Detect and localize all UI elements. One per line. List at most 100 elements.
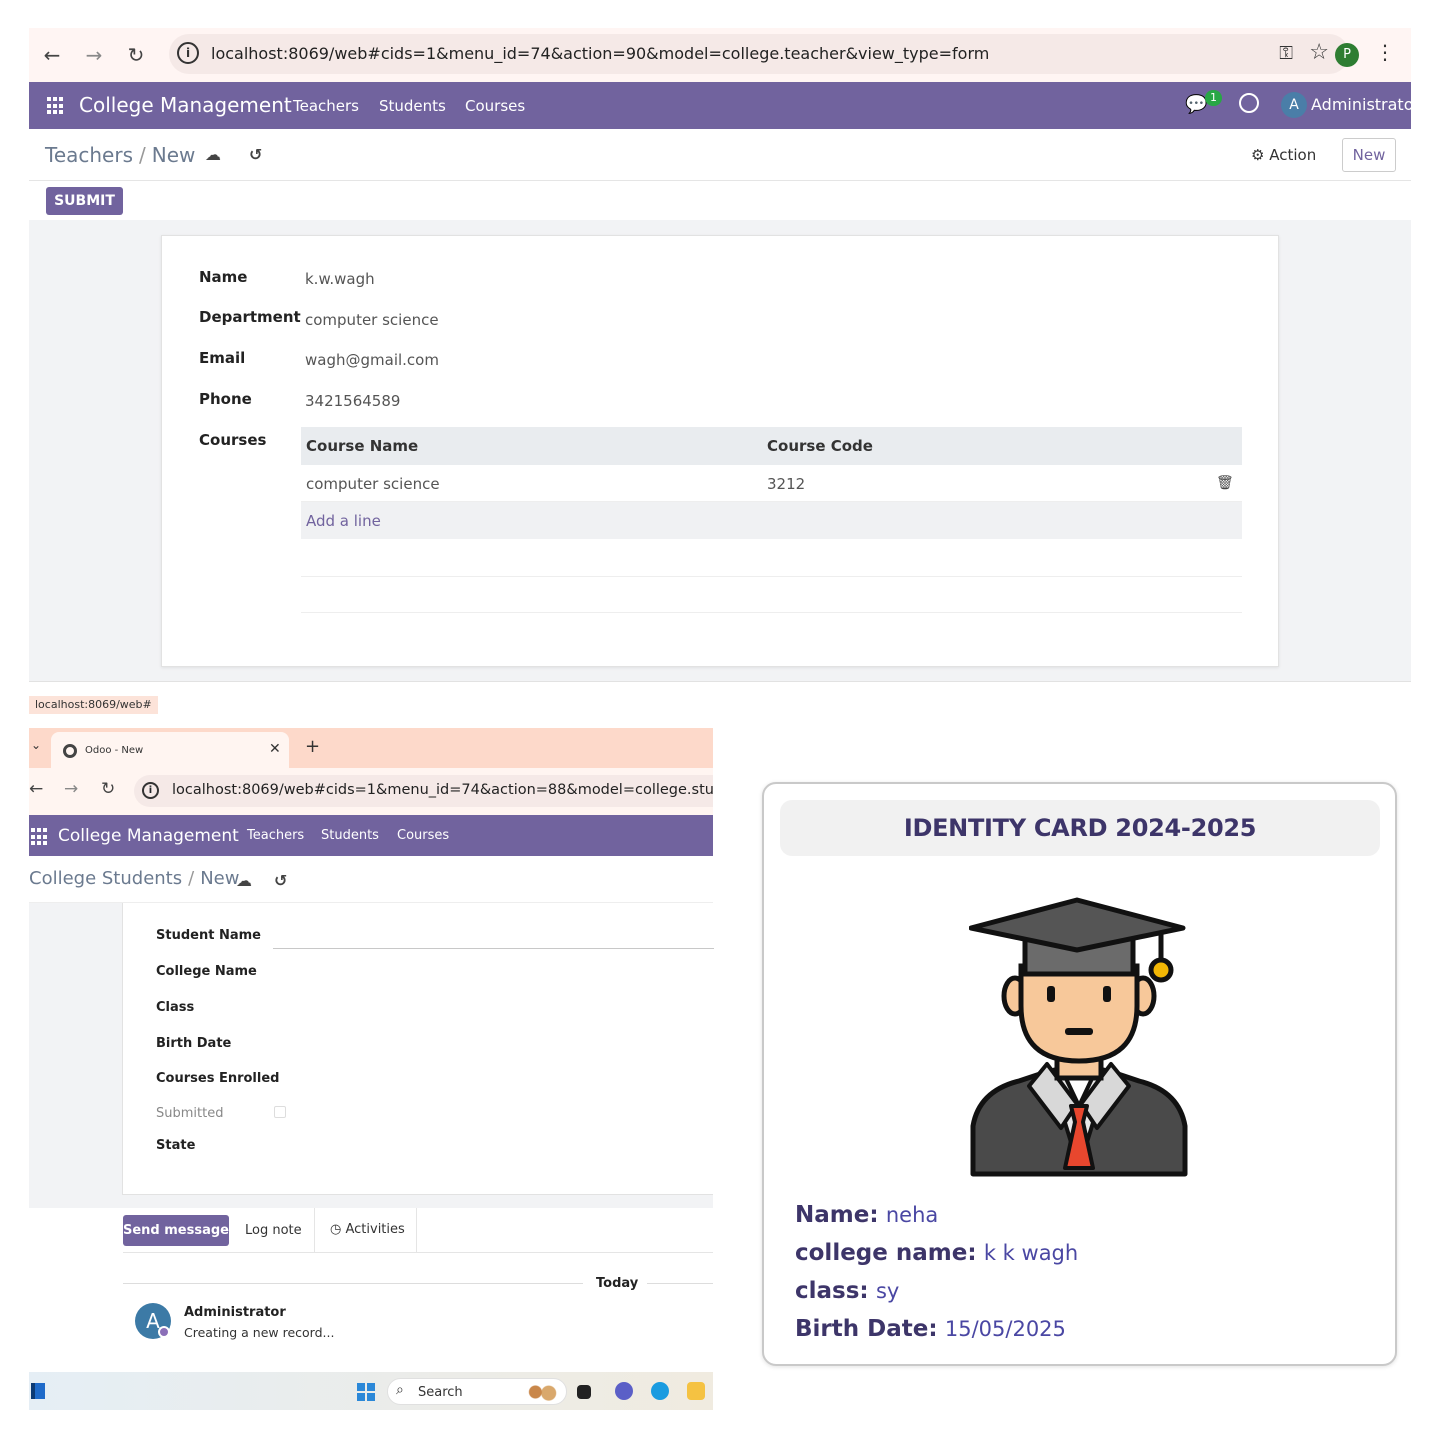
id-card-header: IDENTITY CARD 2024-2025: [780, 800, 1380, 856]
divider: [416, 1208, 417, 1252]
widgets-icon[interactable]: [31, 1383, 45, 1399]
column-course-code[interactable]: Course Code: [767, 437, 873, 455]
browser-tab[interactable]: Odoo - New ✕: [51, 732, 289, 768]
department-field[interactable]: computer science: [305, 311, 439, 329]
add-a-line-link[interactable]: Add a line: [306, 512, 381, 530]
today-separator: Today: [596, 1276, 639, 1291]
address-bar[interactable]: i localhost:8069/web#cids=1&menu_id=74&a…: [169, 34, 1349, 74]
student-name-input[interactable]: [273, 948, 714, 949]
table-header: Course Name Course Code: [301, 427, 1242, 465]
student-name-label: Student Name: [156, 928, 261, 943]
breadcrumb-college-students[interactable]: College Students: [29, 868, 182, 889]
menu-courses[interactable]: Courses: [397, 828, 449, 843]
app-brand[interactable]: College Management: [79, 93, 292, 117]
forward-icon[interactable]: →: [81, 42, 107, 68]
back-icon[interactable]: ←: [29, 779, 43, 799]
trash-icon[interactable]: 🗑: [1216, 475, 1234, 491]
forward-icon[interactable]: →: [64, 779, 78, 799]
reload-icon[interactable]: ↻: [123, 42, 149, 68]
chat-app-icon[interactable]: [615, 1382, 633, 1400]
submit-button[interactable]: SUBMIT: [46, 187, 123, 215]
apps-grid-icon[interactable]: [31, 828, 49, 846]
gear-icon: ⚙: [1251, 146, 1265, 164]
app-brand[interactable]: College Management: [58, 826, 239, 846]
menu-students[interactable]: Students: [321, 828, 379, 843]
course-code-cell[interactable]: 3212: [767, 475, 805, 493]
clock-icon: ◷: [330, 1222, 342, 1237]
site-info-icon[interactable]: i: [142, 782, 159, 799]
graduate-student-icon: [969, 897, 1188, 1177]
menu-teachers[interactable]: Teachers: [293, 97, 359, 115]
message-author[interactable]: Administrator: [184, 1305, 286, 1320]
action-menu[interactable]: ⚙ Action: [1251, 146, 1316, 164]
taskbar-search[interactable]: ⌕ Search: [387, 1378, 567, 1405]
windows-taskbar: ⌕ Search: [29, 1372, 713, 1410]
activities-button[interactable]: ◷ Activities: [330, 1222, 405, 1237]
teacher-form-sheet: Name k.w.wagh Department computer scienc…: [161, 235, 1279, 667]
windows-start-icon[interactable]: [357, 1383, 375, 1401]
course-name-cell[interactable]: computer science: [306, 475, 440, 493]
password-key-icon[interactable]: ⚿: [1279, 43, 1293, 64]
name-label: Name: [199, 268, 248, 286]
menu-students[interactable]: Students: [379, 97, 446, 115]
back-icon[interactable]: ←: [39, 42, 65, 68]
divider: [123, 1283, 583, 1284]
address-bar[interactable]: i localhost:8069/web#cids=1&menu_id=74&a…: [134, 775, 713, 807]
reload-icon[interactable]: ↻: [101, 779, 115, 799]
email-field[interactable]: wagh@gmail.com: [305, 351, 439, 369]
birth-date-label: Birth Date: [156, 1036, 232, 1051]
activity-clock-icon[interactable]: [1239, 93, 1259, 113]
browser-menu-icon[interactable]: ⋮: [1375, 40, 1395, 64]
column-course-name[interactable]: Course Name: [306, 437, 418, 455]
user-avatar[interactable]: A: [1281, 92, 1307, 118]
bookmark-star-icon[interactable]: ☆: [1309, 40, 1329, 65]
task-view-icon[interactable]: [577, 1385, 591, 1399]
profile-avatar[interactable]: P: [1335, 43, 1359, 67]
menu-teachers[interactable]: Teachers: [247, 828, 304, 843]
menu-courses[interactable]: Courses: [465, 97, 525, 115]
department-label: Department: [199, 308, 301, 326]
send-message-button[interactable]: Send message: [123, 1215, 229, 1246]
control-panel: Teachers / New ☁ ↺ ⚙ Action New: [29, 129, 1411, 181]
state-label: State: [156, 1138, 196, 1153]
breadcrumb-teachers[interactable]: Teachers: [45, 143, 133, 167]
search-icon: ⌕: [396, 1382, 404, 1398]
table-row[interactable]: computer science 3212 🗑: [301, 465, 1242, 502]
submitted-checkbox[interactable]: [274, 1106, 286, 1118]
id-birthdate-key: Birth Date:: [795, 1316, 938, 1342]
apps-grid-icon[interactable]: [47, 97, 65, 115]
identity-card: IDENTITY CARD 2024-2025 Name: neha colle…: [762, 782, 1397, 1366]
new-tab-icon[interactable]: +: [305, 736, 320, 757]
tab-list-chevron-icon[interactable]: ⌄: [31, 738, 41, 752]
phone-label: Phone: [199, 390, 252, 408]
form-background: Student Name College Name Class Birth Da…: [29, 903, 714, 1208]
log-note-button[interactable]: Log note: [245, 1223, 302, 1238]
save-cloud-icon[interactable]: ☁: [236, 871, 252, 890]
save-cloud-icon[interactable]: ☁: [205, 145, 221, 164]
address-url: localhost:8069/web#cids=1&menu_id=74&act…: [211, 44, 990, 63]
presence-dot: [158, 1326, 170, 1338]
user-name[interactable]: Administrator: [1311, 95, 1420, 114]
phone-field[interactable]: 3421564589: [305, 392, 400, 410]
discard-undo-icon[interactable]: ↺: [249, 145, 262, 164]
add-line-row[interactable]: Add a line: [301, 502, 1242, 539]
control-panel: College Students / New ☁ ↺: [29, 856, 713, 903]
edge-browser-icon[interactable]: [651, 1382, 669, 1400]
courses-enrolled-label: Courses Enrolled: [156, 1071, 280, 1086]
new-button[interactable]: New: [1342, 138, 1396, 172]
name-field[interactable]: k.w.wagh: [305, 270, 375, 288]
id-class-line: class: sy: [795, 1278, 899, 1304]
id-name-key: Name:: [795, 1202, 879, 1228]
chat-badge: 1: [1205, 90, 1222, 106]
courses-label: Courses: [199, 431, 267, 449]
site-info-icon[interactable]: i: [177, 42, 199, 64]
breadcrumb-separator: /: [139, 143, 146, 167]
discard-undo-icon[interactable]: ↺: [274, 871, 287, 890]
close-tab-icon[interactable]: ✕: [269, 741, 281, 757]
breadcrumb: Teachers / New: [45, 143, 195, 167]
breadcrumb-current: New: [200, 868, 240, 889]
breadcrumb-separator: /: [188, 868, 195, 889]
file-explorer-icon[interactable]: [687, 1382, 705, 1400]
id-birthdate-line: Birth Date: 15/05/2025: [795, 1316, 1066, 1342]
college-name-label: College Name: [156, 964, 257, 979]
